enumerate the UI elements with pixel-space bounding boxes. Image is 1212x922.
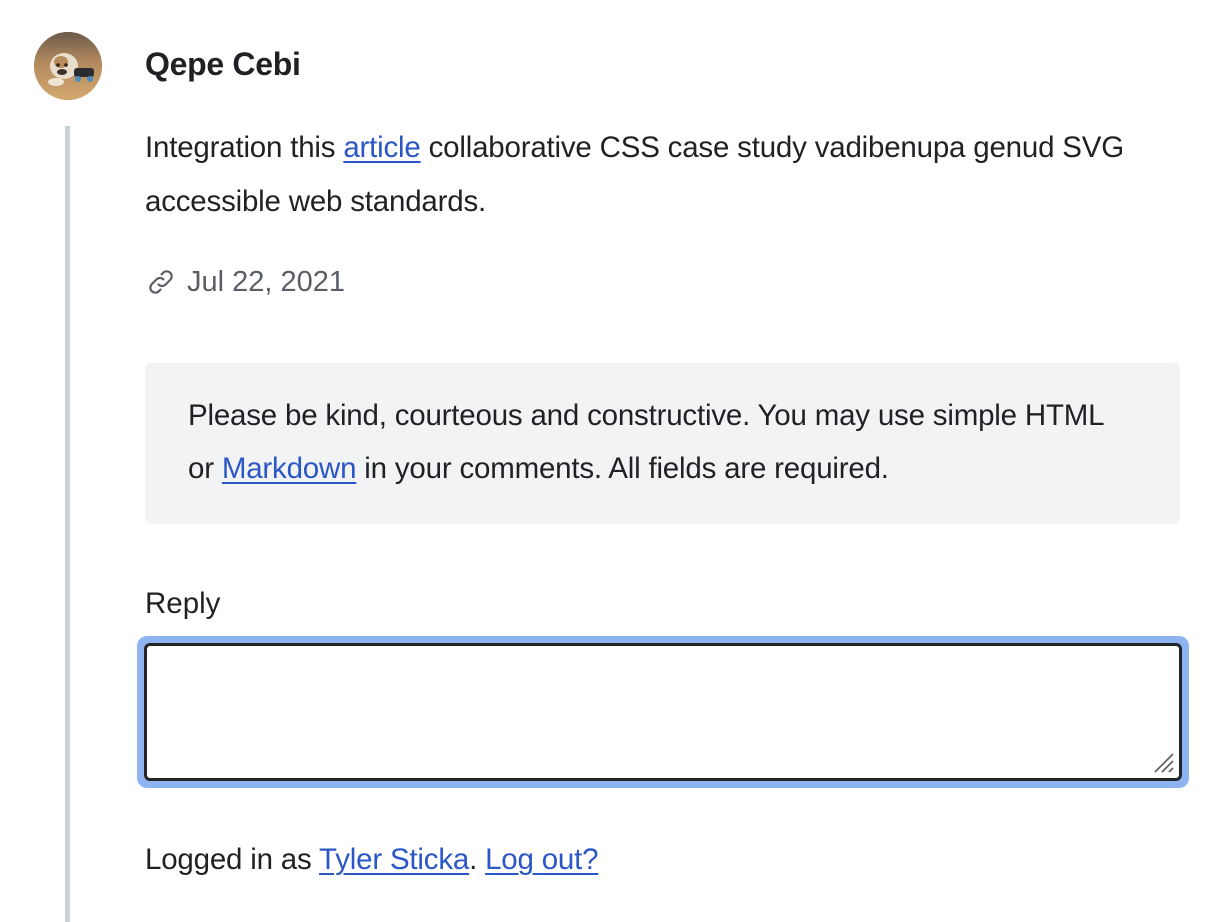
notice-text: Please be kind, courteous and constructi… (188, 389, 1136, 495)
thread-line (65, 126, 70, 922)
login-status: Logged in as Tyler Sticka. Log out? (145, 840, 599, 880)
link-icon[interactable] (145, 266, 177, 298)
article-link[interactable]: article (343, 131, 420, 164)
author-avatar (34, 32, 102, 100)
comment-author: Qepe Cebi (145, 46, 301, 82)
avatar-photo-icon (34, 32, 102, 100)
login-status-prefix: Logged in as (145, 843, 320, 876)
comment-body: Integration this article collaborative C… (145, 121, 1185, 229)
notice-text-end: in your comments. All fields are require… (356, 452, 889, 485)
markdown-link[interactable]: Markdown (222, 452, 357, 485)
reply-textarea[interactable] (144, 643, 1182, 781)
login-status-separator: . (469, 843, 486, 876)
reply-label: Reply (145, 587, 221, 620)
comment-meta: Jul 22, 2021 (145, 262, 345, 302)
comment-body-text: Integration this (145, 131, 344, 164)
logout-link[interactable]: Log out? (485, 843, 598, 876)
comment-guidelines-notice: Please be kind, courteous and constructi… (145, 363, 1180, 524)
user-profile-link[interactable]: Tyler Sticka (319, 843, 469, 876)
comment-date-link[interactable]: Jul 22, 2021 (187, 262, 345, 302)
reply-focus-ring (137, 636, 1189, 788)
